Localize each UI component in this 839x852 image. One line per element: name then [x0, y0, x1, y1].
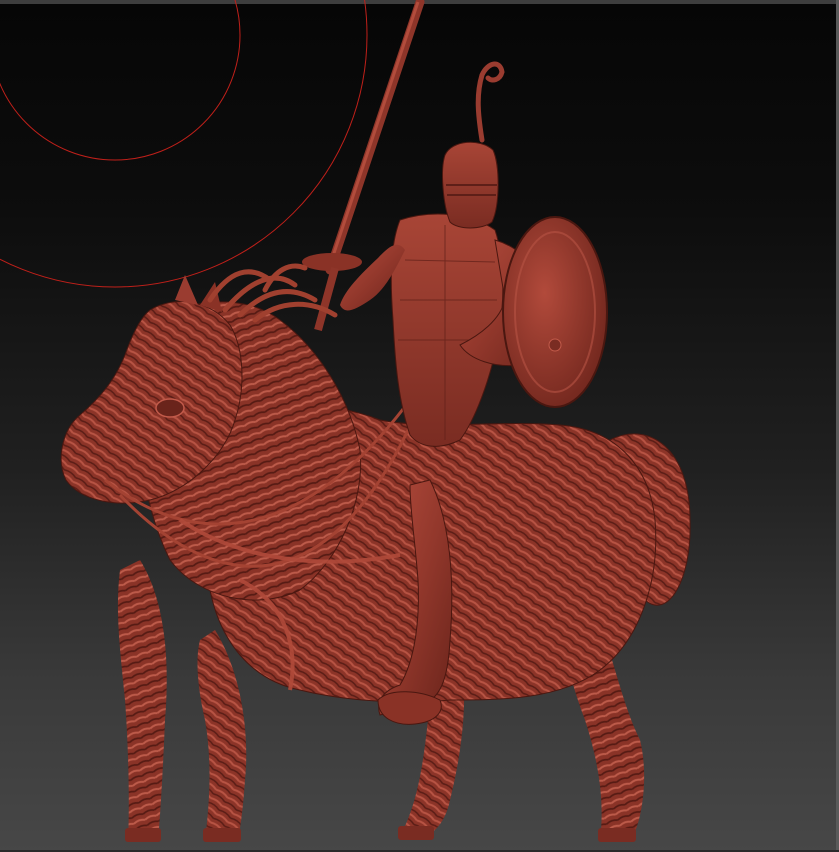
sculpt-model-knight-on-horse[interactable]: [60, 0, 691, 842]
knight-foot: [377, 691, 442, 725]
knight-shield: [502, 216, 608, 408]
horse-hooves: [125, 826, 636, 842]
brush-cursor-gizmo: [0, 0, 368, 288]
horse-ear: [175, 275, 198, 305]
brush-inner-circle: [0, 0, 241, 161]
horse-eye: [155, 398, 185, 418]
brush-outer-circle: [0, 0, 368, 288]
horse-front-leg-right: [197, 630, 247, 840]
canvas-viewport[interactable]: [0, 0, 839, 852]
scene-svg[interactable]: [0, 0, 839, 852]
knight-helmet: [442, 61, 505, 229]
helmet-crest: [475, 61, 505, 143]
horse-front-leg-left: [117, 560, 167, 840]
